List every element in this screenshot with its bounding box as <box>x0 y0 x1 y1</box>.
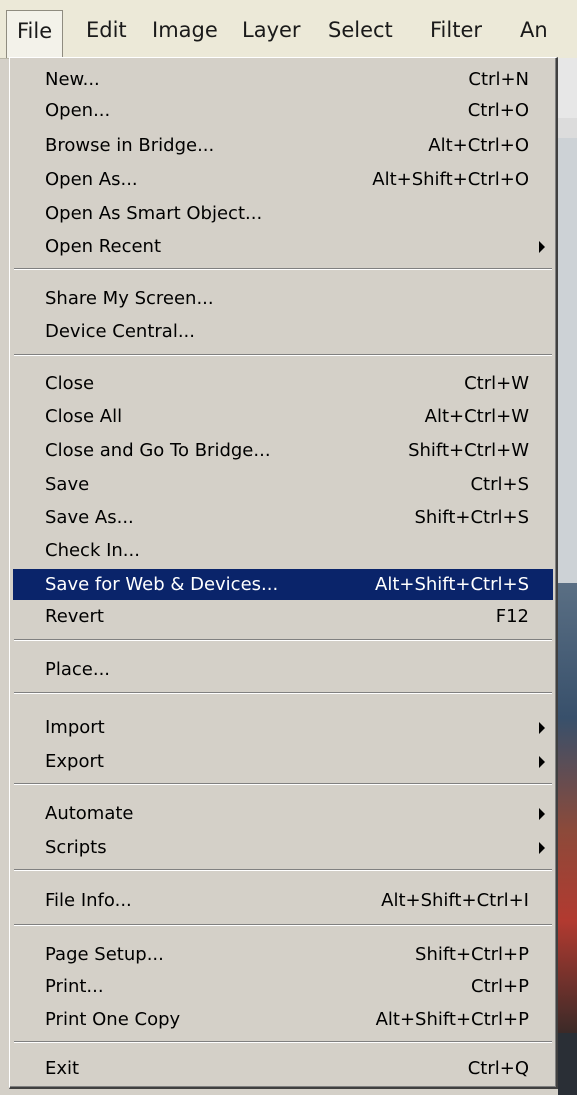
menu-item-label: Browse in Bridge... <box>45 135 215 156</box>
menu-item-open-recent[interactable]: Open Recent <box>13 231 553 262</box>
menu-item-label: Close All <box>45 406 123 427</box>
menu-item-share-my-screen[interactable]: Share My Screen... <box>13 283 553 314</box>
app-window: File Edit Image Layer Select Filter An N… <box>0 0 577 1095</box>
menu-item-shortcut: Shift+Ctrl+P <box>415 944 529 965</box>
menu-separator <box>14 783 552 785</box>
menu-item-label: New... <box>45 69 100 90</box>
menu-item-print[interactable]: Print... Ctrl+P <box>13 971 553 1002</box>
menu-item-label: Close <box>45 373 95 394</box>
menu-item-close-and-go-to-bridge[interactable]: Close and Go To Bridge... Shift+Ctrl+W <box>13 435 553 466</box>
menu-item-label: Place... <box>45 659 111 680</box>
menu-item-label: File Info... <box>45 890 132 911</box>
menu-separator <box>14 354 552 356</box>
menu-edit[interactable]: Edit <box>76 10 137 50</box>
submenu-arrow-icon <box>539 722 545 734</box>
menu-item-shortcut: Alt+Shift+Ctrl+P <box>375 1009 529 1030</box>
menu-item-label: Open Recent <box>45 236 162 257</box>
menu-separator <box>14 692 552 694</box>
menu-item-import[interactable]: Import <box>13 712 553 743</box>
menubar: File Edit Image Layer Select Filter An <box>0 0 577 59</box>
menu-file[interactable]: File <box>6 10 64 58</box>
menu-analysis[interactable]: An <box>510 10 558 50</box>
submenu-arrow-icon <box>539 241 545 253</box>
menu-item-revert[interactable]: Revert F12 <box>13 601 553 632</box>
menu-item-label: Scripts <box>45 837 107 858</box>
menu-separator <box>14 1041 552 1043</box>
menu-item-shortcut: Alt+Shift+Ctrl+S <box>375 574 529 595</box>
menu-item-shortcut: Alt+Shift+Ctrl+O <box>372 169 529 190</box>
menu-item-label: Save <box>45 474 90 495</box>
menu-item-label: Print One Copy <box>45 1009 181 1030</box>
menu-separator <box>14 639 552 641</box>
menu-item-shortcut: Ctrl+S <box>470 474 529 495</box>
menu-item-browse-in-bridge[interactable]: Browse in Bridge... Alt+Ctrl+O <box>13 130 553 161</box>
menu-item-label: Save for Web & Devices... <box>45 574 279 595</box>
submenu-arrow-icon <box>539 808 545 820</box>
menu-item-export[interactable]: Export <box>13 746 553 777</box>
menu-item-label: Open As... <box>45 169 138 190</box>
menu-item-shortcut: Alt+Ctrl+O <box>428 135 529 156</box>
menu-item-exit[interactable]: Exit Ctrl+Q <box>13 1053 553 1084</box>
menu-item-label: Revert <box>45 606 104 627</box>
menu-item-shortcut: Ctrl+W <box>464 373 529 394</box>
menu-item-label: Automate <box>45 803 134 824</box>
menu-item-label: Save As... <box>45 507 134 528</box>
menu-item-shortcut: Alt+Ctrl+W <box>424 406 529 427</box>
menu-item-page-setup[interactable]: Page Setup... Shift+Ctrl+P <box>13 939 553 970</box>
menu-item-shortcut: Ctrl+Q <box>467 1058 529 1079</box>
menu-item-label: Page Setup... <box>45 944 164 965</box>
menu-item-label: Print... <box>45 976 104 997</box>
menu-select[interactable]: Select <box>318 10 403 50</box>
menu-item-open[interactable]: Open... Ctrl+O <box>13 95 553 126</box>
menu-item-automate[interactable]: Automate <box>13 798 553 829</box>
menu-item-scripts[interactable]: Scripts <box>13 832 553 863</box>
menu-image[interactable]: Image <box>142 10 228 50</box>
menu-item-label: Open... <box>45 100 111 121</box>
menu-item-shortcut: Alt+Shift+Ctrl+I <box>381 890 529 911</box>
menu-item-print-one-copy[interactable]: Print One Copy Alt+Shift+Ctrl+P <box>13 1004 553 1035</box>
menu-item-shortcut: Ctrl+O <box>467 100 529 121</box>
submenu-arrow-icon <box>539 756 545 768</box>
menu-item-close[interactable]: Close Ctrl+W <box>13 368 553 399</box>
menu-separator <box>14 268 552 270</box>
menu-item-label: Open As Smart Object... <box>45 203 263 224</box>
document-tab-strip <box>558 118 577 138</box>
menu-item-device-central[interactable]: Device Central... <box>13 316 553 347</box>
menu-item-label: Device Central... <box>45 321 195 342</box>
menu-item-open-as[interactable]: Open As... Alt+Shift+Ctrl+O <box>13 164 553 195</box>
menu-item-save-as[interactable]: Save As... Shift+Ctrl+S <box>13 502 553 533</box>
menu-item-shortcut: Ctrl+P <box>471 976 529 997</box>
menu-item-shortcut: Shift+Ctrl+S <box>414 507 529 528</box>
submenu-arrow-icon <box>539 842 545 854</box>
menu-item-shortcut: Shift+Ctrl+W <box>408 440 529 461</box>
menu-item-label: Import <box>45 717 105 738</box>
menu-item-shortcut: Ctrl+N <box>468 69 529 90</box>
options-bar-strip <box>558 58 577 118</box>
menu-item-close-all[interactable]: Close All Alt+Ctrl+W <box>13 401 553 432</box>
menu-separator <box>14 924 552 926</box>
menu-item-shortcut: F12 <box>495 606 529 627</box>
document-canvas <box>558 58 577 1095</box>
file-menu: New... Ctrl+N Open... Ctrl+O Browse in B… <box>9 57 558 1089</box>
menu-item-check-in[interactable]: Check In... <box>13 535 553 566</box>
menu-item-label: Close and Go To Bridge... <box>45 440 271 461</box>
menu-item-label: Export <box>45 751 104 772</box>
menu-separator <box>14 869 552 871</box>
menu-layer[interactable]: Layer <box>232 10 311 50</box>
menu-item-file-info[interactable]: File Info... Alt+Shift+Ctrl+I <box>13 885 553 916</box>
menu-item-label: Share My Screen... <box>45 288 214 309</box>
menu-item-save-for-web-and-devices[interactable]: Save for Web & Devices... Alt+Shift+Ctrl… <box>13 569 553 600</box>
menu-item-label: Exit <box>45 1058 80 1079</box>
menu-filter[interactable]: Filter <box>420 10 492 50</box>
menu-item-label: Check In... <box>45 540 140 561</box>
menu-item-new[interactable]: New... Ctrl+N <box>13 64 553 95</box>
menu-item-save[interactable]: Save Ctrl+S <box>13 469 553 500</box>
document-lower-area <box>558 1033 577 1095</box>
document-photo <box>558 583 577 1033</box>
menu-item-place[interactable]: Place... <box>13 654 553 685</box>
menu-item-open-as-smart-object[interactable]: Open As Smart Object... <box>13 198 553 229</box>
